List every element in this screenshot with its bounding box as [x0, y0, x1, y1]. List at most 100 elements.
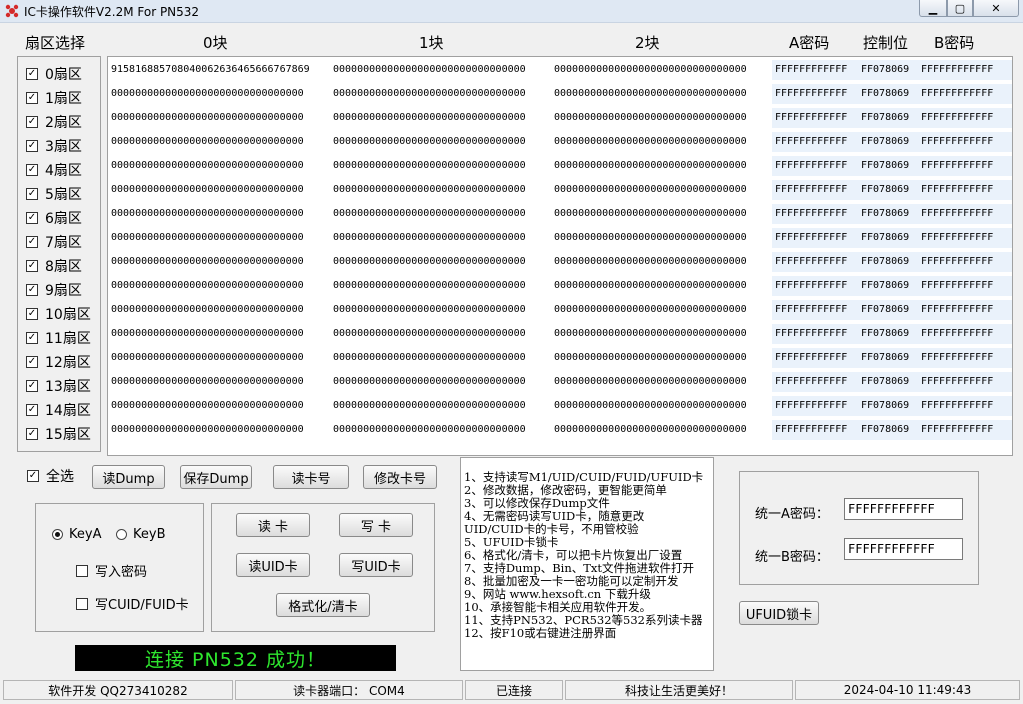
keya-cell[interactable]: FFFFFFFFFFFF	[772, 396, 858, 416]
block1-cell[interactable]: 00000000000000000000000000000000	[330, 132, 551, 152]
control-cell[interactable]: FF078069	[858, 108, 918, 128]
read-uid-button[interactable]: 读UID卡	[236, 553, 310, 577]
keyb-cell[interactable]: FFFFFFFFFFFF	[918, 228, 1012, 248]
keyb-cell[interactable]: FFFFFFFFFFFF	[918, 420, 1012, 440]
block1-cell[interactable]: 00000000000000000000000000000000	[330, 276, 551, 296]
control-cell[interactable]: FF078069	[858, 396, 918, 416]
block1-cell[interactable]: 00000000000000000000000000000000	[330, 108, 551, 128]
sector-checkbox-13[interactable]: ✓ 13扇区	[26, 374, 91, 398]
keya-cell[interactable]: FFFFFFFFFFFF	[772, 228, 858, 248]
sector-checkbox-11[interactable]: ✓ 11扇区	[26, 326, 91, 350]
sector-checkbox-8[interactable]: ✓ 8扇区	[26, 254, 82, 278]
block2-cell[interactable]: 00000000000000000000000000000000	[551, 252, 772, 272]
keyb-cell[interactable]: FFFFFFFFFFFF	[918, 84, 1012, 104]
unified-a-input[interactable]: FFFFFFFFFFFF	[844, 498, 963, 520]
block1-cell[interactable]: 00000000000000000000000000000000	[330, 180, 551, 200]
block1-cell[interactable]: 00000000000000000000000000000000	[330, 252, 551, 272]
control-cell[interactable]: FF078069	[858, 180, 918, 200]
block0-cell[interactable]: 00000000000000000000000000000000	[108, 204, 330, 224]
keyb-cell[interactable]: FFFFFFFFFFFF	[918, 180, 1012, 200]
block0-cell[interactable]: 00000000000000000000000000000000	[108, 372, 330, 392]
write-cuid-checkbox[interactable]: 写CUID/FUID卡	[76, 594, 189, 613]
block1-cell[interactable]: 00000000000000000000000000000000	[330, 300, 551, 320]
block2-cell[interactable]: 00000000000000000000000000000000	[551, 204, 772, 224]
control-cell[interactable]: FF078069	[858, 420, 918, 440]
sector-checkbox-7[interactable]: ✓ 7扇区	[26, 230, 82, 254]
control-cell[interactable]: FF078069	[858, 84, 918, 104]
keyb-cell[interactable]: FFFFFFFFFFFF	[918, 324, 1012, 344]
block1-cell[interactable]: 00000000000000000000000000000000	[330, 324, 551, 344]
keya-cell[interactable]: FFFFFFFFFFFF	[772, 348, 858, 368]
ufuid-lock-button[interactable]: UFUID锁卡	[739, 601, 819, 625]
block1-cell[interactable]: 00000000000000000000000000000000	[330, 348, 551, 368]
keya-cell[interactable]: FFFFFFFFFFFF	[772, 108, 858, 128]
block1-cell[interactable]: 00000000000000000000000000000000	[330, 372, 551, 392]
keya-cell[interactable]: FFFFFFFFFFFF	[772, 132, 858, 152]
sector-checkbox-2[interactable]: ✓ 2扇区	[26, 110, 82, 134]
block2-cell[interactable]: 00000000000000000000000000000000	[551, 372, 772, 392]
block2-cell[interactable]: 00000000000000000000000000000000	[551, 132, 772, 152]
control-cell[interactable]: FF078069	[858, 132, 918, 152]
keya-cell[interactable]: FFFFFFFFFFFF	[772, 156, 858, 176]
control-cell[interactable]: FF078069	[858, 276, 918, 296]
sector-checkbox-5[interactable]: ✓ 5扇区	[26, 182, 82, 206]
keya-cell[interactable]: FFFFFFFFFFFF	[772, 324, 858, 344]
block0-cell[interactable]: 00000000000000000000000000000000	[108, 84, 330, 104]
keyb-cell[interactable]: FFFFFFFFFFFF	[918, 276, 1012, 296]
keyb-cell[interactable]: FFFFFFFFFFFF	[918, 252, 1012, 272]
keya-cell[interactable]: FFFFFFFFFFFF	[772, 300, 858, 320]
keyb-cell[interactable]: FFFFFFFFFFFF	[918, 372, 1012, 392]
maximize-button[interactable]: ▢	[947, 0, 973, 17]
block2-cell[interactable]: 00000000000000000000000000000000	[551, 300, 772, 320]
control-cell[interactable]: FF078069	[858, 204, 918, 224]
control-cell[interactable]: FF078069	[858, 348, 918, 368]
block1-cell[interactable]: 00000000000000000000000000000000	[330, 84, 551, 104]
block0-cell[interactable]: 915816885708040062636465666767869	[108, 60, 330, 80]
write-card-button[interactable]: 写 卡	[339, 513, 413, 537]
write-password-checkbox[interactable]: 写入密码	[76, 561, 147, 580]
keyb-cell[interactable]: FFFFFFFFFFFF	[918, 204, 1012, 224]
keyb-cell[interactable]: FFFFFFFFFFFF	[918, 60, 1012, 80]
write-uid-button[interactable]: 写UID卡	[339, 553, 413, 577]
block1-cell[interactable]: 00000000000000000000000000000000	[330, 204, 551, 224]
keya-cell[interactable]: FFFFFFFFFFFF	[772, 60, 858, 80]
keya-cell[interactable]: FFFFFFFFFFFF	[772, 276, 858, 296]
keyb-cell[interactable]: FFFFFFFFFFFF	[918, 396, 1012, 416]
keya-cell[interactable]: FFFFFFFFFFFF	[772, 84, 858, 104]
keya-cell[interactable]: FFFFFFFFFFFF	[772, 252, 858, 272]
modify-card-number-button[interactable]: 修改卡号	[363, 465, 437, 489]
block0-cell[interactable]: 00000000000000000000000000000000	[108, 324, 330, 344]
block2-cell[interactable]: 00000000000000000000000000000000	[551, 156, 772, 176]
block0-cell[interactable]: 00000000000000000000000000000000	[108, 180, 330, 200]
select-all-checkbox[interactable]: ✓ 全选	[27, 466, 74, 486]
block2-cell[interactable]: 00000000000000000000000000000000	[551, 348, 772, 368]
control-cell[interactable]: FF078069	[858, 372, 918, 392]
block1-cell[interactable]: 00000000000000000000000000000000	[330, 156, 551, 176]
sector-checkbox-15[interactable]: ✓ 15扇区	[26, 422, 91, 446]
block2-cell[interactable]: 00000000000000000000000000000000	[551, 228, 772, 248]
block2-cell[interactable]: 00000000000000000000000000000000	[551, 396, 772, 416]
unified-b-input[interactable]: FFFFFFFFFFFF	[844, 538, 963, 560]
sector-checkbox-14[interactable]: ✓ 14扇区	[26, 398, 91, 422]
read-card-number-button[interactable]: 读卡号	[273, 465, 349, 489]
keya-cell[interactable]: FFFFFFFFFFFF	[772, 372, 858, 392]
keyb-cell[interactable]: FFFFFFFFFFFF	[918, 108, 1012, 128]
keya-radio[interactable]: KeyA	[52, 527, 101, 542]
keya-cell[interactable]: FFFFFFFFFFFF	[772, 180, 858, 200]
block2-cell[interactable]: 00000000000000000000000000000000	[551, 180, 772, 200]
keyb-cell[interactable]: FFFFFFFFFFFF	[918, 156, 1012, 176]
minimize-button[interactable]: ▁	[919, 0, 947, 17]
format-card-button[interactable]: 格式化/清卡	[276, 593, 370, 617]
block2-cell[interactable]: 00000000000000000000000000000000	[551, 108, 772, 128]
control-cell[interactable]: FF078069	[858, 228, 918, 248]
block0-cell[interactable]: 00000000000000000000000000000000	[108, 156, 330, 176]
block0-cell[interactable]: 00000000000000000000000000000000	[108, 228, 330, 248]
block0-cell[interactable]: 00000000000000000000000000000000	[108, 420, 330, 440]
block0-cell[interactable]: 00000000000000000000000000000000	[108, 132, 330, 152]
block1-cell[interactable]: 00000000000000000000000000000000	[330, 420, 551, 440]
sector-checkbox-10[interactable]: ✓ 10扇区	[26, 302, 91, 326]
block2-cell[interactable]: 00000000000000000000000000000000	[551, 276, 772, 296]
keyb-cell[interactable]: FFFFFFFFFFFF	[918, 300, 1012, 320]
block2-cell[interactable]: 00000000000000000000000000000000	[551, 84, 772, 104]
block0-cell[interactable]: 00000000000000000000000000000000	[108, 348, 330, 368]
